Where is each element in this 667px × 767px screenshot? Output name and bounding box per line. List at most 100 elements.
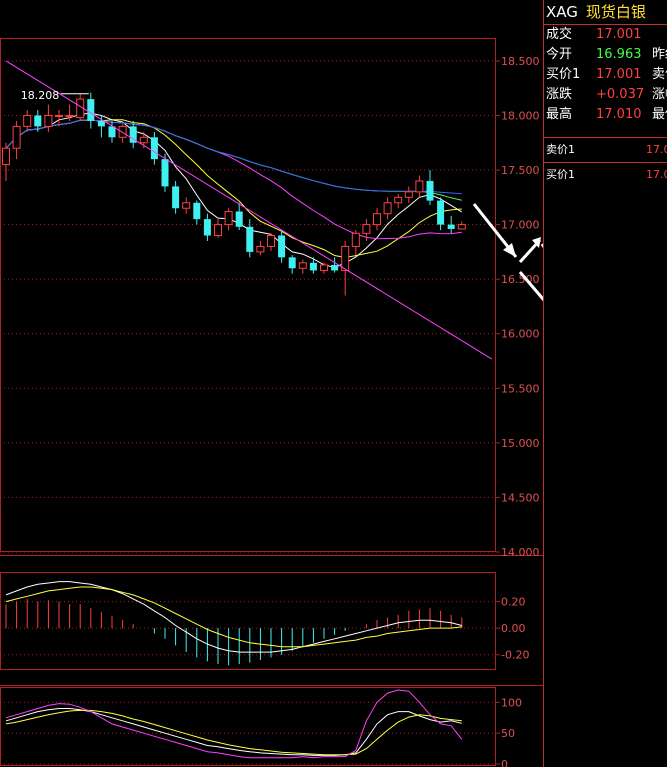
candle-body [2, 147, 10, 166]
price-tick-label: 17.500 [501, 164, 540, 177]
candle-body [331, 264, 339, 271]
price-tick-label: 17.000 [501, 219, 540, 232]
candle-body [139, 136, 148, 144]
candle-body [235, 211, 243, 227]
trendline [5, 60, 493, 360]
macd-tick-label: -0.20 [501, 649, 529, 662]
quote-title: XAG 现货白银 [544, 0, 667, 25]
candle-body [383, 202, 392, 215]
quote-label-secondary: 昨结 [652, 47, 667, 62]
candle-body [426, 180, 434, 201]
candle-body [298, 262, 307, 269]
candle-body [214, 224, 222, 237]
candle-body [193, 202, 201, 220]
order-book-row: 买价1 17.0 [544, 162, 667, 187]
price-tick-label: 14.000 [501, 546, 540, 559]
quote-label: 成交 [546, 27, 573, 42]
candle-body [182, 202, 191, 209]
candle-body [97, 120, 105, 127]
price-tick-label: 18.000 [501, 109, 540, 122]
symbol-name: 现货白银 [585, 3, 646, 21]
candle-body [351, 232, 360, 247]
candle-body [457, 224, 466, 230]
quote-label: 最高 [546, 107, 573, 122]
macd-panel: 0.20 0.00 -0.20 [0, 581, 529, 666]
quote-row: 涨跌 +0.037 涨幅 [544, 85, 667, 105]
quote-row: 最高 17.010 最低 [544, 105, 667, 125]
candle-body [437, 200, 445, 225]
order-book-value: 17.0 [646, 143, 667, 156]
candle-body [12, 125, 21, 149]
candle-body [309, 262, 317, 271]
candle-body [118, 125, 127, 138]
quote-value: 17.001 [596, 67, 642, 82]
macd-tick-label: 0.20 [501, 596, 526, 609]
candle-body [394, 196, 403, 204]
candle-body [373, 213, 381, 226]
candle-body [288, 257, 296, 269]
quote-value: 17.010 [596, 107, 642, 122]
candle-body [246, 226, 254, 252]
candle-body [362, 224, 371, 234]
order-book-value: 17.0 [646, 168, 667, 181]
candle-body [278, 235, 286, 258]
kdj-panel-frame [0, 687, 496, 766]
price-tick-label: 18.500 [501, 55, 540, 68]
candle-body [404, 191, 413, 198]
candle-body [65, 114, 74, 117]
order-book-row: 卖价1 17.0 [544, 137, 667, 162]
order-book: 卖价1 17.0 买价1 17.0 [544, 137, 667, 187]
quote-rows: 成交 17.001 今开 16.963 昨结买价1 17.001 卖价涨跌 +0.037 涨幅最… [544, 25, 667, 125]
candle-body [23, 114, 32, 127]
quote-row: 买价1 17.001 卖价 [544, 65, 667, 85]
high-marker-label: 18.208 [21, 89, 60, 102]
ma60-line [5, 119, 462, 201]
price-tick-label: 16.000 [501, 328, 540, 341]
candle-body [267, 235, 275, 247]
candle-body [320, 264, 328, 271]
kdj-tick-label: 100 [501, 696, 522, 709]
chart-canvas: 18.500 18.000 17.500 17.000 16.500 16.000 15.5… [0, 38, 543, 767]
candle-body [224, 211, 233, 226]
candle-body [44, 114, 53, 127]
ma10-line [5, 119, 462, 259]
candle-body [203, 219, 211, 236]
order-book-label: 卖价1 [546, 143, 575, 156]
order-book-label: 买价1 [546, 168, 575, 181]
candle-body [172, 186, 180, 209]
price-tick-label: 16.500 [501, 273, 540, 286]
quote-label: 买价1 [546, 67, 581, 82]
quote-value: +0.037 [596, 87, 645, 102]
candle-body [87, 99, 95, 121]
candle-body [34, 115, 42, 127]
candle-body [150, 137, 158, 160]
price-panel: 18.500 18.000 17.500 17.000 16.500 16.000 15.5… [0, 55, 540, 559]
price-tick-label: 14.500 [501, 491, 540, 504]
quote-label: 今开 [546, 47, 573, 62]
price-tick-label: 15.000 [501, 437, 540, 450]
macd-dea-line [5, 586, 462, 648]
kdj-panel: 100 50 0 [0, 689, 522, 767]
candle-body [415, 180, 424, 193]
kdj-j-line [5, 689, 463, 759]
quote-row: 成交 17.001 [544, 25, 667, 45]
kdj-k-line [5, 708, 462, 756]
ma5-line [5, 112, 463, 268]
kdj-d-line [5, 709, 462, 756]
macd-dif-line [5, 581, 462, 653]
quote-panel: XAG 现货白银 成交 17.001 今开 16.963 昨结买价1 17.001 卖价涨跌 +… [543, 0, 667, 767]
candle-body [341, 245, 350, 271]
quote-label-secondary: 卖价 [652, 67, 667, 82]
ma120-line [5, 119, 462, 195]
price-tick-label: 15.500 [501, 382, 540, 395]
quote-label-secondary: 涨幅 [652, 87, 667, 102]
kdj-tick-label: 0 [501, 758, 508, 767]
kdj-tick-label: 50 [501, 727, 515, 740]
macd-tick-label: 0.00 [501, 622, 526, 635]
quote-value: 16.963 [596, 47, 642, 62]
candle-body [161, 159, 169, 187]
candle-body [447, 224, 455, 229]
quote-label: 涨跌 [546, 87, 573, 102]
candle-body [256, 245, 265, 253]
